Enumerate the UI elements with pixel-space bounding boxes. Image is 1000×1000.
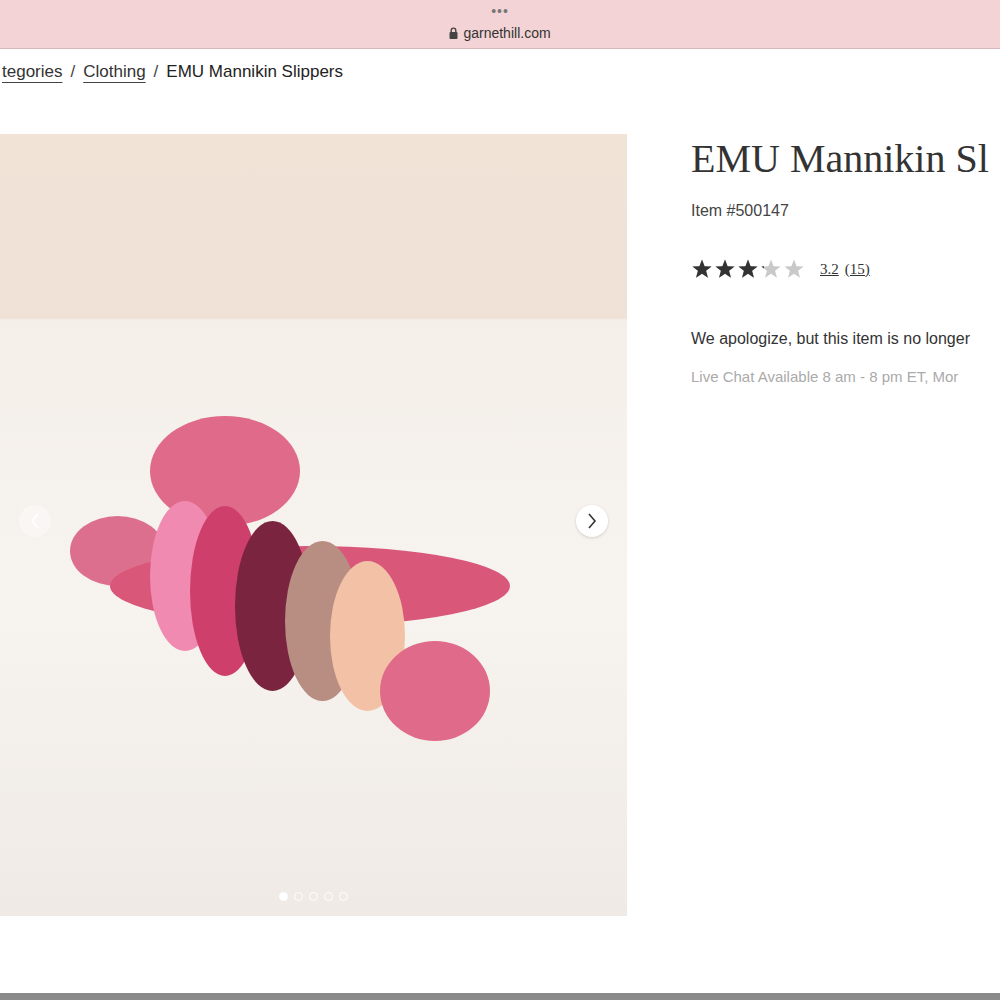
review-count[interactable]: (15): [845, 261, 870, 278]
breadcrumb: tegories / Clothing / EMU Mannikin Slippers: [0, 59, 1000, 85]
item-number: Item #500147: [691, 201, 1000, 221]
address-bar[interactable]: garnethill.com: [449, 25, 550, 41]
product-area: EMU Mannikin Sl Item #500147 3.2 (15) We apo…: [0, 134, 1000, 993]
rating-summary: 3.2 (15): [820, 261, 870, 278]
breadcrumb-separator: /: [154, 62, 159, 82]
breadcrumb-item: EMU Mannikin Slippers: [166, 62, 343, 82]
star-icon: [714, 258, 736, 280]
star-empty-icon: [760, 258, 782, 280]
next-image-button[interactable]: [576, 505, 608, 537]
star-icon: [691, 258, 713, 280]
address-text: garnethill.com: [463, 25, 550, 41]
browser-bar: ••• garnethill.com: [0, 0, 1000, 49]
browser-menu[interactable]: •••: [491, 3, 509, 19]
chevron-left-icon: [29, 512, 41, 530]
star-fill: [691, 258, 764, 280]
lock-icon: [449, 27, 458, 39]
product-title: EMU Mannikin Sl: [691, 136, 1000, 182]
star-rating: [691, 258, 806, 280]
previous-image-button[interactable]: [19, 505, 51, 537]
star-icon: [760, 258, 764, 280]
rating-score[interactable]: 3.2: [820, 261, 839, 278]
bottom-bar: [0, 993, 1000, 1000]
image-dot[interactable]: [294, 892, 303, 901]
unavailable-notice: We apologize, but this item is no longer: [691, 329, 1000, 349]
product-photo: [0, 134, 627, 916]
image-dot[interactable]: [339, 892, 348, 901]
breadcrumb-separator: /: [70, 62, 75, 82]
star-icon: [737, 258, 759, 280]
breadcrumb-item[interactable]: Clothing: [83, 62, 145, 82]
image-dot[interactable]: [309, 892, 318, 901]
breadcrumb-item[interactable]: tegories: [2, 62, 62, 82]
image-dot[interactable]: [279, 892, 288, 901]
image-dot[interactable]: [324, 892, 333, 901]
star-empty-icon: [783, 258, 805, 280]
live-chat-info: Live Chat Available 8 am - 8 pm ET, Mor: [691, 367, 1000, 387]
product-info: EMU Mannikin Sl Item #500147 3.2 (15) We apo…: [627, 134, 1000, 993]
rating: 3.2 (15): [691, 257, 1000, 281]
image-dots: [0, 892, 627, 901]
chevron-right-icon: [586, 512, 598, 530]
